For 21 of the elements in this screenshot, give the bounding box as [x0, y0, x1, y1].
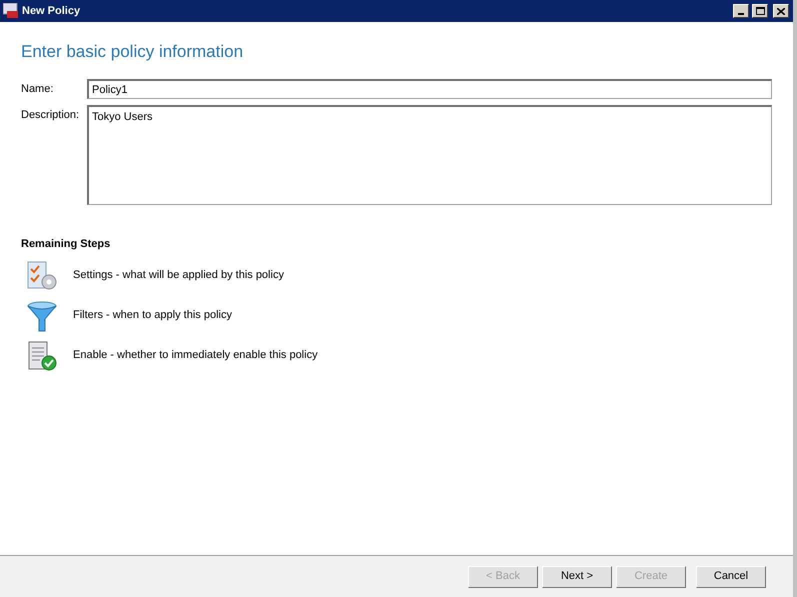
checklist-gear-icon — [25, 260, 59, 292]
description-field[interactable]: Tokyo Users — [87, 105, 772, 205]
minimize-icon — [738, 13, 744, 15]
name-field[interactable]: Policy1 — [87, 79, 772, 99]
close-icon — [777, 8, 785, 14]
minimize-button[interactable] — [733, 4, 749, 18]
step-text: Settings - what will be applied by this policy — [73, 268, 284, 284]
close-button[interactable] — [773, 4, 789, 18]
field-label: Description: — [21, 108, 80, 123]
window-title: New Policy — [22, 4, 82, 19]
section-title: Remaining Steps — [21, 237, 112, 252]
field-label: Name: — [21, 82, 54, 97]
window-app-icon — [3, 3, 19, 19]
maximize-button[interactable] — [752, 4, 768, 18]
funnel-icon — [25, 300, 59, 332]
maximize-icon — [756, 7, 764, 15]
step-text: Filters - when to apply this policy — [73, 308, 232, 324]
wizard-button[interactable]: Cancel — [696, 566, 766, 588]
step-text: Enable - whether to immediately enable this policy — [73, 348, 318, 364]
page-heading: Enter basic policy information — [21, 41, 244, 63]
wizard-button[interactable]: Next > — [542, 566, 612, 588]
